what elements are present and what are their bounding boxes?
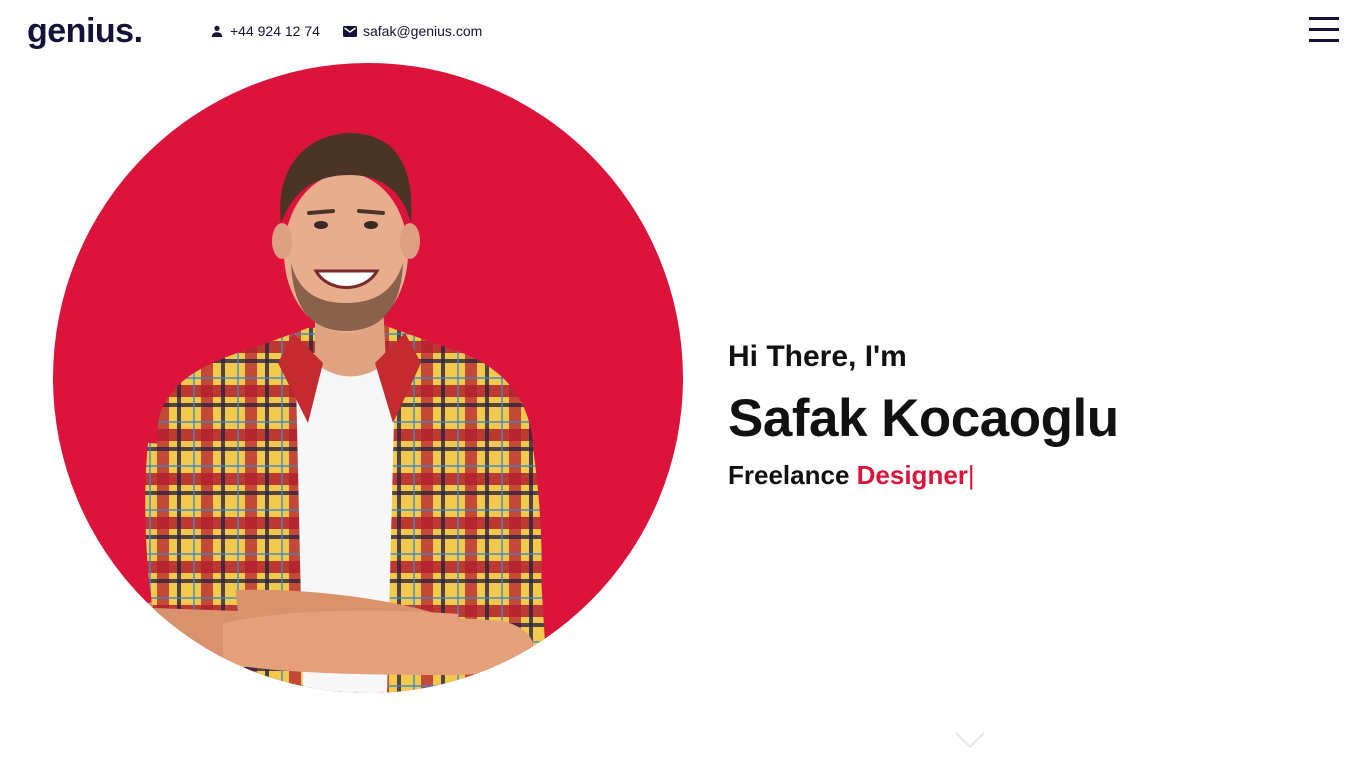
envelope-icon <box>343 24 357 38</box>
phone-number: +44 924 12 74 <box>230 23 320 39</box>
portrait-illustration <box>143 133 548 693</box>
phone-contact[interactable]: +44 924 12 74 <box>210 22 320 40</box>
user-icon <box>210 24 224 38</box>
menu-bar <box>1309 28 1339 31</box>
hero-name: Safak Kocaoglu <box>728 389 1119 448</box>
page: genius. +44 924 12 74 safak@genius.com H… <box>0 0 1366 768</box>
email-contact[interactable]: safak@genius.com <box>343 22 482 40</box>
hero-role: Freelance Designer| <box>728 458 1119 492</box>
logo[interactable]: genius. <box>27 12 143 50</box>
role-highlight: Designer <box>856 460 968 490</box>
hero-greeting: Hi There, I'm <box>728 340 907 373</box>
email-address: safak@genius.com <box>363 23 483 39</box>
hero-text-block: Hi There, I'm Safak Kocaoglu Freelance D… <box>728 338 1119 492</box>
chevron-down-icon[interactable] <box>955 731 985 749</box>
role-prefix: Freelance <box>728 460 857 490</box>
typing-cursor: | <box>967 460 975 490</box>
menu-bar <box>1309 17 1339 20</box>
menu-bar <box>1309 39 1339 42</box>
hero-portrait <box>53 63 683 693</box>
hamburger-menu-icon[interactable] <box>1309 17 1339 43</box>
